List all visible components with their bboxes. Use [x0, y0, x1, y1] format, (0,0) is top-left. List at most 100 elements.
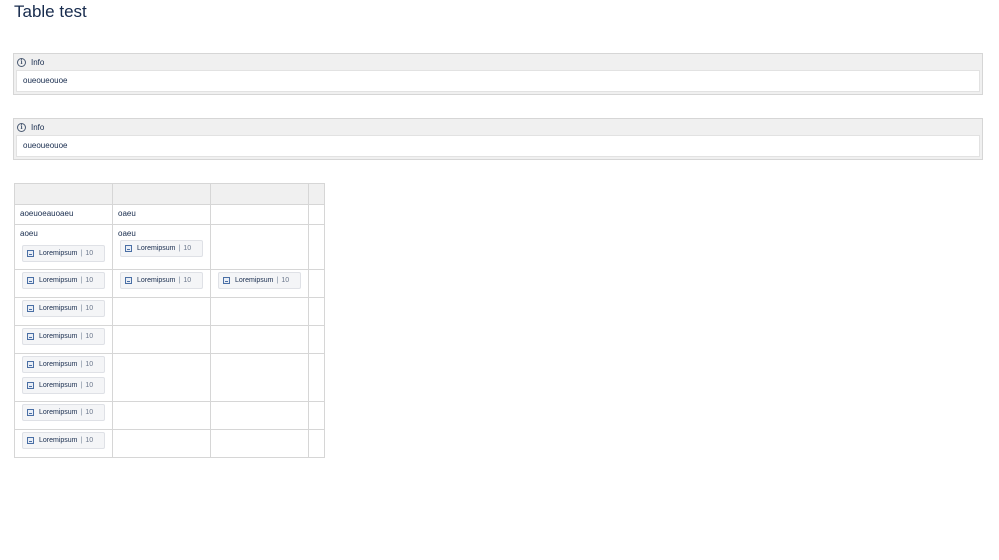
table-cell[interactable]: [210, 353, 309, 402]
table-cell[interactable]: [308, 353, 325, 402]
chip-separator: |: [178, 245, 181, 252]
table-cell[interactable]: [112, 297, 211, 326]
page-icon: [125, 245, 132, 252]
data-table: aoeuoeauoaeu oaeu aoeu Loremipsum | 10 oae…: [14, 183, 325, 458]
table-header-cell[interactable]: [112, 183, 211, 205]
chip-label: Loremipsum: [137, 277, 176, 284]
page-link-chip[interactable]: Loremipsum | 10: [22, 404, 105, 421]
table-header-cell[interactable]: [308, 183, 325, 205]
page-icon: [27, 382, 34, 389]
table-cell[interactable]: [308, 297, 325, 326]
table-cell[interactable]: [112, 325, 211, 354]
chip-count: 10: [183, 245, 192, 252]
table-cell[interactable]: [112, 401, 211, 430]
table-row: Loremipsum | 10: [14, 297, 325, 326]
chip-label: Loremipsum: [39, 333, 78, 340]
chip-separator: |: [80, 277, 83, 284]
table-cell[interactable]: [210, 401, 309, 430]
chip-count: 10: [85, 361, 94, 368]
chip-count: 10: [183, 277, 192, 284]
page-link-chip[interactable]: Loremipsum | 10: [22, 432, 105, 449]
page-link-chip[interactable]: Loremipsum | 10: [22, 272, 105, 289]
table-cell[interactable]: [210, 297, 309, 326]
table-cell[interactable]: [308, 325, 325, 354]
table-cell[interactable]: Loremipsum | 10: [112, 269, 211, 298]
table-row: Loremipsum | 10 Loremipsum | 10: [14, 353, 325, 402]
table-cell[interactable]: aoeuoeauoaeu: [14, 204, 113, 225]
info-panel-header: i Info: [14, 55, 982, 69]
info-panel-header: i Info: [14, 120, 982, 134]
table-cell[interactable]: aoeu Loremipsum | 10: [14, 224, 113, 270]
table-cell[interactable]: [308, 204, 325, 225]
table-cell[interactable]: [308, 401, 325, 430]
table-cell[interactable]: Loremipsum | 10: [14, 401, 113, 430]
chip-label: Loremipsum: [39, 277, 78, 284]
table-cell[interactable]: [210, 204, 309, 225]
chip-separator: |: [80, 250, 83, 257]
page-icon: [27, 305, 34, 312]
table-header-cell[interactable]: [14, 183, 113, 205]
table-row: Loremipsum | 10 Loremipsum | 10 Loremipsum | 1…: [14, 269, 325, 298]
page-link-chip[interactable]: Loremipsum | 10: [218, 272, 301, 289]
info-icon: i: [17, 57, 26, 67]
page-icon: [125, 277, 132, 284]
table-cell[interactable]: Loremipsum | 10: [14, 297, 113, 326]
chip-separator: |: [80, 409, 83, 416]
table-cell[interactable]: Loremipsum | 10: [14, 325, 113, 354]
chip-separator: |: [80, 361, 83, 368]
table-cell[interactable]: [210, 429, 309, 458]
chip-label: Loremipsum: [137, 245, 176, 252]
page-link-chip[interactable]: Loremipsum | 10: [22, 300, 105, 317]
info-icon: i: [17, 122, 26, 132]
chip-separator: |: [80, 437, 83, 444]
page-icon: [27, 333, 34, 340]
table-cell[interactable]: oaeu Loremipsum | 10: [112, 224, 211, 270]
table-cell[interactable]: Loremipsum | 10: [14, 269, 113, 298]
chip-count: 10: [85, 333, 94, 340]
chip-separator: |: [80, 333, 83, 340]
chip-count: 10: [85, 277, 94, 284]
table-cell[interactable]: Loremipsum | 10 Loremipsum | 10: [14, 353, 113, 402]
info-panel: i Info oueoueouoe: [13, 53, 983, 95]
page-link-chip[interactable]: Loremipsum | 10: [22, 245, 105, 262]
chip-separator: |: [276, 277, 279, 284]
info-panel-body: oueoueouoe: [16, 135, 980, 157]
table-cell[interactable]: [308, 269, 325, 298]
chip-label: Loremipsum: [39, 250, 78, 257]
table-cell[interactable]: [308, 224, 325, 270]
table-header-row: [14, 183, 325, 205]
page-icon: [27, 361, 34, 368]
table-row: Loremipsum | 10: [14, 401, 325, 430]
table-cell[interactable]: [210, 325, 309, 354]
chip-count: 10: [85, 305, 94, 312]
cell-text: aoeuoeauoaeu: [20, 209, 74, 218]
page-link-chip[interactable]: Loremipsum | 10: [120, 240, 203, 257]
info-panel-title: Info: [31, 122, 45, 132]
page-link-chip[interactable]: Loremipsum | 10: [120, 272, 203, 289]
table-cell[interactable]: Loremipsum | 10: [210, 269, 309, 298]
chip-count: 10: [85, 382, 94, 389]
table-cell[interactable]: [308, 429, 325, 458]
chip-separator: |: [80, 305, 83, 312]
table-row: aoeu Loremipsum | 10 oaeu Loremipsum | 10: [14, 224, 325, 270]
table-cell[interactable]: [112, 353, 211, 402]
chip-label: Loremipsum: [235, 277, 274, 284]
page-link-chip[interactable]: Loremipsum | 10: [22, 328, 105, 345]
chip-label: Loremipsum: [39, 437, 78, 444]
page-link-chip[interactable]: Loremipsum | 10: [22, 377, 105, 394]
table-cell[interactable]: oaeu: [112, 204, 211, 225]
table-cell[interactable]: [210, 224, 309, 270]
chip-label: Loremipsum: [39, 409, 78, 416]
page-icon: [27, 250, 34, 257]
page-link-chip[interactable]: Loremipsum | 10: [22, 356, 105, 373]
page-icon: [27, 437, 34, 444]
chip-count: 10: [85, 250, 94, 257]
info-panel: i Info oueoueouoe: [13, 118, 983, 160]
page-icon: [223, 277, 230, 284]
page-icon: [27, 409, 34, 416]
table-row: Loremipsum | 10: [14, 325, 325, 354]
table-header-cell[interactable]: [210, 183, 309, 205]
table-cell[interactable]: [112, 429, 211, 458]
table-cell[interactable]: Loremipsum | 10: [14, 429, 113, 458]
chip-count: 10: [281, 277, 290, 284]
